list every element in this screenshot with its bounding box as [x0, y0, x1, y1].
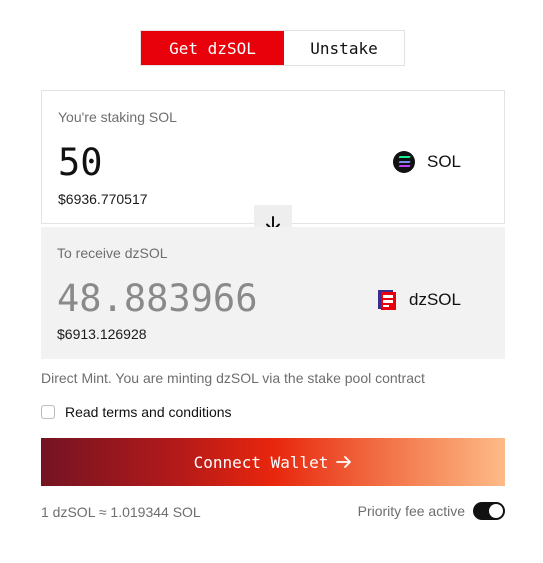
- dzsol-logo-icon: [378, 290, 396, 310]
- mode-tabs: Get dzSOL Unstake: [140, 30, 405, 66]
- stake-label: You're staking SOL: [58, 109, 177, 125]
- toggle-knob: [489, 504, 503, 518]
- receive-amount: 48.883966: [57, 277, 258, 320]
- receive-token-symbol: dzSOL: [409, 290, 461, 309]
- stake-token-symbol: SOL: [427, 152, 462, 171]
- receive-usd-value: $6913.126928: [57, 326, 147, 342]
- receive-label: To receive dzSOL: [57, 245, 168, 261]
- terms-label[interactable]: Read terms and conditions: [65, 404, 232, 420]
- priority-fee-label: Priority fee active: [357, 503, 465, 519]
- tab-unstake[interactable]: Unstake: [284, 31, 404, 65]
- terms-checkbox[interactable]: [41, 405, 55, 419]
- connect-wallet-button[interactable]: Connect Wallet: [41, 438, 505, 486]
- receive-output-card: To receive dzSOL 48.883966 $6913.126928 …: [41, 227, 505, 359]
- exchange-rate: 1 dzSOL ≈ 1.019344 SOL: [41, 504, 201, 520]
- stake-input-card: You're staking SOL $6936.770517 SOL: [41, 90, 505, 224]
- priority-fee-toggle[interactable]: [473, 502, 505, 520]
- connect-wallet-label: Connect Wallet: [193, 452, 329, 472]
- stake-usd-value: $6936.770517: [58, 191, 148, 207]
- stake-token: SOL: [393, 151, 461, 173]
- stake-amount-input[interactable]: [58, 143, 338, 183]
- priority-fee-row: Priority fee active: [358, 502, 505, 520]
- mint-info-text: Direct Mint. You are minting dzSOL via t…: [41, 370, 425, 386]
- tab-get-dzsol[interactable]: Get dzSOL: [141, 31, 284, 65]
- solana-logo-icon: [393, 151, 415, 173]
- arrow-right-icon: [336, 456, 352, 468]
- terms-row: Read terms and conditions: [41, 404, 232, 420]
- receive-token: dzSOL: [377, 289, 461, 311]
